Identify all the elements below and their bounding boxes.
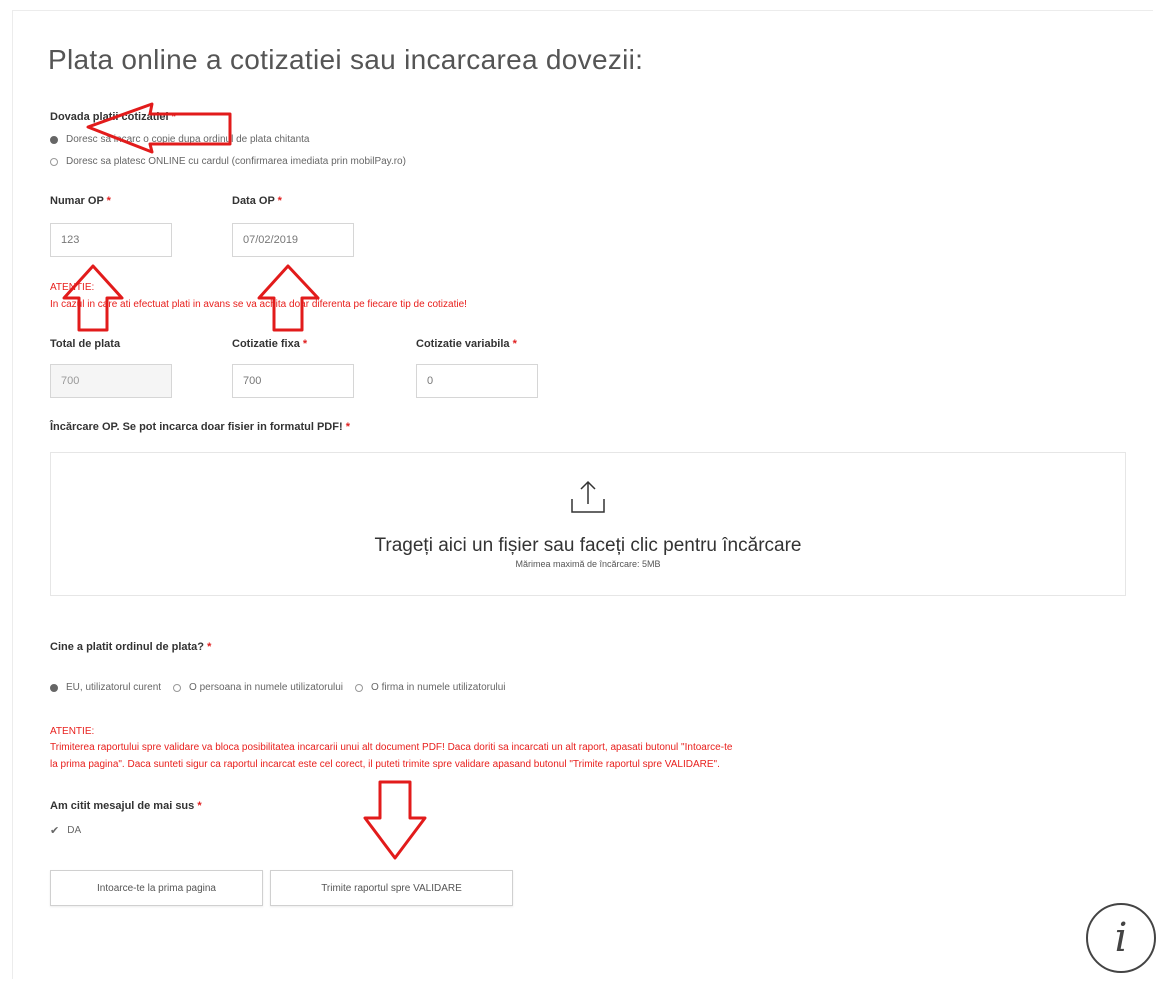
- checkmark-icon[interactable]: ✔: [50, 824, 59, 837]
- payer-option-self[interactable]: EU, utilizatorul curent: [66, 682, 161, 693]
- confirm-label-text: Am citit mesajul de mai sus: [50, 800, 195, 812]
- op-number-input[interactable]: 123: [50, 223, 172, 257]
- payer-label: Cine a platit ordinul de plata? *: [50, 641, 211, 653]
- back-to-first-page-button[interactable]: Intoarce-te la prima pagina: [50, 870, 263, 906]
- variable-fee-input[interactable]: 0: [416, 364, 538, 398]
- required-mark: *: [106, 195, 111, 207]
- variable-fee-label: Cotizatie variabila *: [416, 338, 517, 350]
- page-title: Plata online a cotizatiei sau incarcarea…: [48, 44, 644, 75]
- fixed-fee-label-text: Cotizatie fixa: [232, 338, 300, 350]
- warning-text: In cazul in care ati efectuat plati in a…: [50, 299, 467, 310]
- total-label: Total de plata: [50, 338, 121, 350]
- upload-label-text: Încărcare OP. Se pot incarca doar fisier…: [50, 421, 343, 433]
- total-input: 700: [50, 364, 172, 398]
- radio-upload-copy[interactable]: Doresc sa incarc o copie dupa ordinul de…: [50, 134, 309, 145]
- radio-dot[interactable]: [173, 683, 182, 692]
- fixed-fee-input[interactable]: 700: [232, 364, 354, 398]
- radio-pay-online[interactable]: Doresc sa platesc ONLINE cu cardul (conf…: [50, 156, 406, 167]
- confirm-label: Am citit mesajul de mai sus *: [50, 800, 202, 812]
- required-mark: *: [207, 641, 212, 653]
- payment-proof-label-text: Dovada platii cotizatiei: [50, 111, 169, 123]
- required-mark: *: [512, 338, 517, 350]
- radio-dot[interactable]: [50, 135, 58, 144]
- payment-proof-label: Dovada platii cotizatiei *: [50, 111, 176, 123]
- info-icon[interactable]: i: [1086, 903, 1156, 973]
- upload-label: Încărcare OP. Se pot incarca doar fisier…: [50, 421, 350, 433]
- required-mark: *: [302, 338, 308, 350]
- op-number-label-text: Numar OP: [50, 195, 104, 207]
- variable-fee-label-text: Cotizatie variabila: [416, 338, 510, 350]
- required-mark: *: [277, 195, 282, 207]
- warning-title: ATENTIE:: [50, 282, 95, 293]
- radio-dot[interactable]: [355, 683, 364, 692]
- fixed-fee-label: Cotizatie fixa *: [232, 338, 307, 350]
- upload-icon: [571, 480, 605, 513]
- dropzone-max-size: Mărimea maximă de încărcare: 5MB: [515, 559, 661, 569]
- op-date-label: Data OP *: [232, 195, 282, 207]
- payer-label-text: Cine a platit ordinul de plata?: [50, 641, 205, 653]
- required-mark: *: [345, 421, 350, 433]
- warning-title: ATENTIE:: [50, 726, 95, 737]
- radio-label: Doresc sa platesc ONLINE cu cardul (conf…: [66, 156, 406, 167]
- dropzone-text: Trageți aici un fișier sau faceți clic p…: [374, 535, 802, 556]
- warning-text-line1: Trimiterea raportului spre validare va b…: [50, 742, 733, 753]
- required-mark: *: [197, 800, 202, 812]
- payer-option-person[interactable]: O persoana in numele utilizatorului: [189, 682, 343, 693]
- checkbox-label: DA: [67, 825, 82, 836]
- op-date-input[interactable]: 07/02/2019: [232, 223, 354, 257]
- file-dropzone[interactable]: Trageți aici un fișier sau faceți clic p…: [50, 452, 1126, 596]
- payer-options: EU, utilizatorul curent O persoana in nu…: [50, 682, 506, 693]
- warning-text-line2: la prima pagina". Daca sunteti sigur ca …: [50, 759, 720, 770]
- radio-dot[interactable]: [50, 683, 58, 692]
- op-number-label: Numar OP *: [50, 195, 111, 207]
- payer-option-company[interactable]: O firma in numele utilizatorului: [371, 682, 506, 693]
- confirm-checkbox[interactable]: ✔ DA: [50, 824, 81, 837]
- submit-for-validation-button[interactable]: Trimite raportul spre VALIDARE: [270, 870, 513, 906]
- radio-label: Doresc sa incarc o copie dupa ordinul de…: [66, 134, 310, 145]
- radio-dot[interactable]: [50, 157, 58, 166]
- required-mark: *: [171, 111, 176, 123]
- op-date-label-text: Data OP: [232, 195, 275, 207]
